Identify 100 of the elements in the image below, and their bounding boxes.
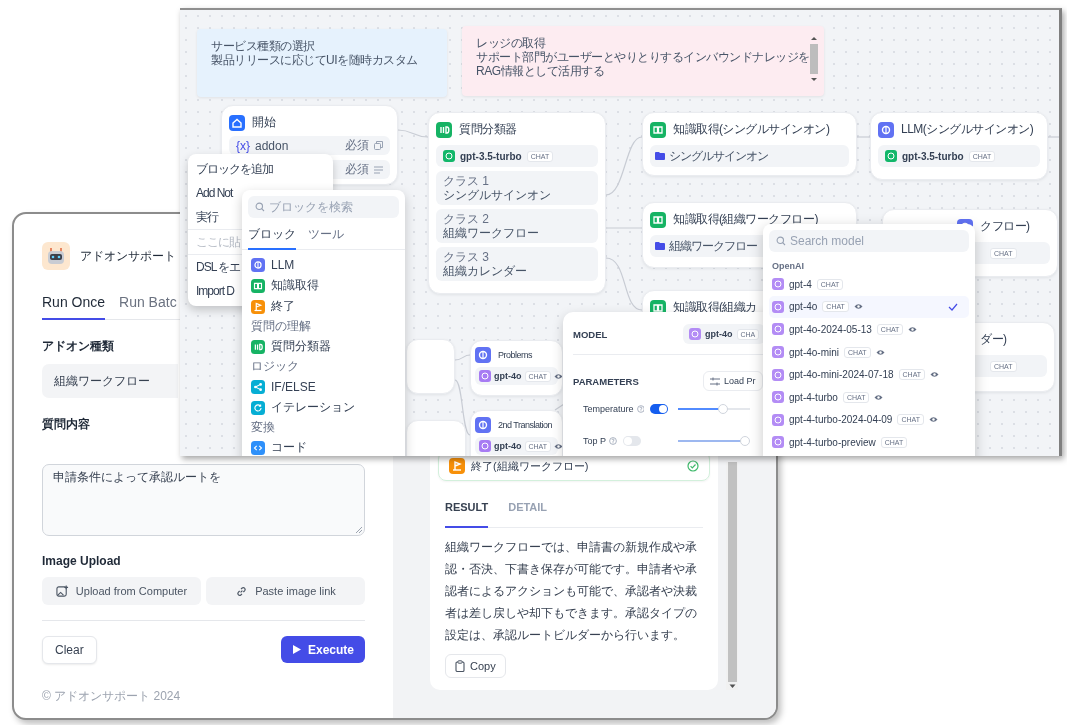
- check-circle-icon: [687, 460, 699, 472]
- flag-icon: [449, 458, 465, 474]
- model-name: gpt-4: [789, 278, 812, 290]
- model-name: gpt-4o: [494, 371, 522, 381]
- slider[interactable]: [678, 436, 750, 446]
- tab[interactable]: ブロック: [248, 222, 296, 250]
- node-title: 質問分類器: [459, 121, 517, 138]
- copy-button[interactable]: Copy: [445, 654, 506, 678]
- search-field[interactable]: Search model: [769, 230, 969, 252]
- connector-line: [454, 379, 471, 436]
- slider[interactable]: [678, 404, 750, 414]
- model-name: gpt-3.5-turbo: [460, 150, 522, 162]
- block-option[interactable]: イテレーション: [248, 397, 399, 418]
- node-title: ダー): [980, 331, 1007, 348]
- book-icon: [650, 121, 666, 138]
- tab[interactable]: RESULT: [445, 501, 489, 528]
- class-value: 組織カレンダー: [443, 264, 528, 278]
- app-title: アドオンサポート: [80, 247, 176, 265]
- section-label: Image Upload: [42, 554, 121, 568]
- model-name: gpt-3.5-turbo: [902, 150, 964, 162]
- eye-icon: [930, 371, 940, 379]
- model-logo-icon: [772, 300, 784, 313]
- help-icon: [609, 437, 617, 445]
- block-option[interactable]: 知識取得: [248, 275, 399, 296]
- eye-icon: [853, 303, 863, 311]
- model-logo-icon: [689, 328, 701, 340]
- flag-icon: [251, 299, 265, 314]
- search-icon: [776, 236, 786, 246]
- scroll-arrow-icon[interactable]: [810, 36, 817, 41]
- toggle-switch[interactable]: [623, 436, 641, 446]
- block-option[interactable]: 質問分類器: [248, 336, 399, 357]
- node-title: クフロー): [980, 218, 1030, 235]
- search-field[interactable]: ブロックを検索: [248, 196, 399, 218]
- loop-icon: [251, 400, 265, 415]
- required-label: 必須: [345, 137, 369, 154]
- house-icon: [229, 114, 245, 131]
- block-option[interactable]: IF/ELSE: [248, 376, 399, 397]
- section-label: 質問の理解: [250, 318, 312, 335]
- connector-line: [605, 257, 643, 311]
- tab[interactable]: ツール: [308, 222, 344, 250]
- upload-option-button[interactable]: Upload from Computer: [42, 577, 201, 605]
- class-label: クラス 1: [443, 174, 490, 188]
- load-preset-button[interactable]: Load Pr: [703, 371, 763, 391]
- node-title: 2nd Translation: [498, 420, 553, 430]
- robot-icon: [42, 242, 70, 270]
- model-logo-icon: [772, 278, 784, 291]
- note[interactable]: サービス種類の選択 製品リリースに応じてUIを随時カスタム: [197, 29, 447, 97]
- parameter-label: Temperature: [583, 404, 634, 414]
- tab[interactable]: Run Batc: [119, 294, 177, 320]
- section-label: ロジック: [250, 358, 300, 375]
- note-text: レッジの取得: [476, 36, 547, 50]
- menu-item[interactable]: 実行: [196, 205, 218, 229]
- select-field[interactable]: 組織ワークフロー: [42, 364, 178, 398]
- book-icon: [251, 278, 265, 293]
- upload-option-button[interactable]: Paste image link: [206, 577, 365, 605]
- model-name: gpt-4-turbo-preview: [789, 436, 876, 448]
- model-name: gpt-4o: [494, 441, 522, 451]
- sliders-icon: [710, 376, 720, 386]
- model-label: MODEL: [573, 328, 608, 340]
- class-value: 組織ワークフロー: [443, 226, 540, 240]
- text-area[interactable]: 申請条件によって承認ルートを: [42, 464, 365, 536]
- link-icon: [235, 584, 249, 598]
- note-text: サービス種類の選択: [211, 39, 316, 53]
- parameter-label: Top P: [583, 436, 606, 446]
- block-option[interactable]: コード: [248, 437, 399, 456]
- checkmark-icon: [948, 302, 958, 311]
- play-icon: [292, 644, 302, 655]
- class-label: クラス 3: [443, 250, 490, 264]
- menu-item[interactable]: DSL をエ: [196, 255, 241, 279]
- lines-icon: [374, 165, 383, 174]
- menu-item[interactable]: Import D: [196, 279, 234, 303]
- connector-line: [397, 129, 429, 138]
- execute-button[interactable]: Execute: [281, 636, 365, 663]
- parameters-label: PARAMETERS: [573, 375, 639, 387]
- folder-icon: [655, 242, 665, 250]
- block-option[interactable]: LLM: [248, 254, 399, 275]
- tab[interactable]: Run Once: [42, 294, 106, 320]
- branch-icon: [251, 379, 265, 394]
- toggle-switch[interactable]: [650, 404, 668, 414]
- step-label: 終了(組織ワークフロー): [471, 458, 589, 474]
- note-text: RAG情報として活用する: [476, 64, 605, 78]
- clear-button[interactable]: Clear: [42, 636, 97, 664]
- connector-line: [454, 354, 471, 361]
- resize-grip-icon[interactable]: [355, 526, 362, 533]
- model-name: gpt-4-turbo: [789, 391, 838, 403]
- model-logo-icon: [772, 413, 784, 426]
- dataset-name: シングルサインオン: [669, 147, 768, 165]
- workflow-node[interactable]: [406, 339, 455, 394]
- eye-icon: [928, 416, 938, 424]
- model-logo-icon: [772, 346, 784, 359]
- image-icon: [55, 584, 69, 598]
- scroll-arrow-icon[interactable]: [728, 682, 736, 690]
- scrollbar[interactable]: [726, 462, 738, 690]
- note[interactable]: レッジの取得 サポート部門がユーザーとやりとりするインバウンドナレッジを RAG情報として活用する: [462, 26, 824, 96]
- eye-icon: [874, 393, 884, 401]
- workflow-node[interactable]: 知識取得(シングルサインオン) シングルサインオン: [642, 112, 857, 176]
- block-option[interactable]: 終了: [248, 296, 399, 317]
- note-text: サポート部門がユーザーとやりとりするインバウンドナレッジを: [476, 50, 810, 64]
- scroll-arrow-icon[interactable]: [810, 77, 817, 82]
- search-icon: [255, 202, 265, 212]
